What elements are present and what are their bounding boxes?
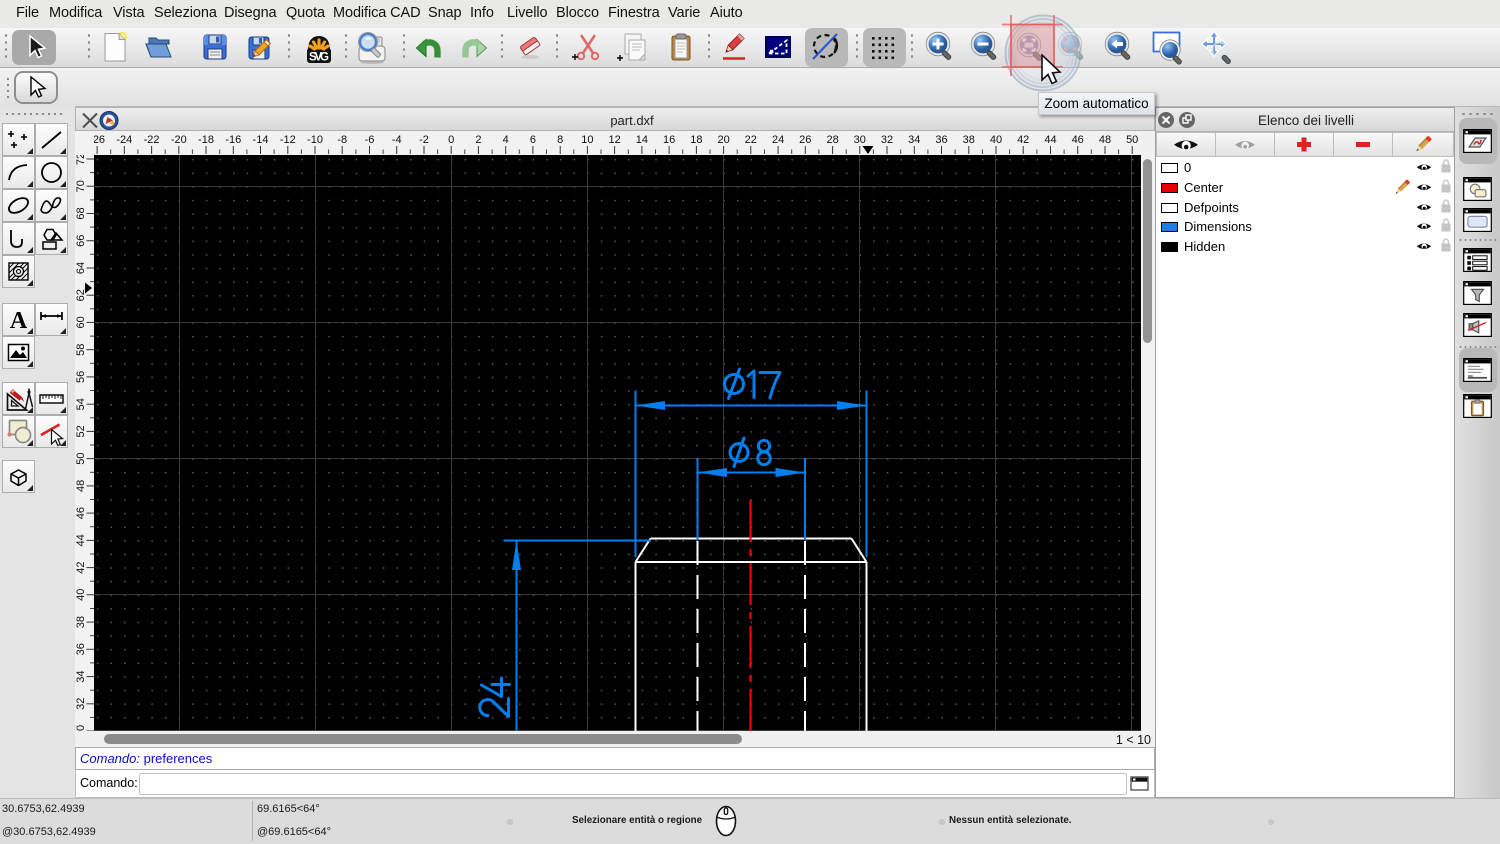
svg-text:-16: -16 <box>225 134 241 146</box>
svg-text:36: 36 <box>75 643 87 655</box>
svg-text:48: 48 <box>75 480 87 492</box>
svg-text:32: 32 <box>75 698 87 710</box>
svg-text:46: 46 <box>1072 134 1084 146</box>
svg-text:72: 72 <box>75 155 87 165</box>
svg-text:60: 60 <box>75 316 87 328</box>
svg-text:70: 70 <box>75 180 87 192</box>
svg-text:-14: -14 <box>253 134 269 146</box>
svg-text:2: 2 <box>475 134 481 146</box>
svg-text:38: 38 <box>963 134 975 146</box>
svg-text:18: 18 <box>690 134 702 146</box>
svg-text:58: 58 <box>75 344 87 356</box>
svg-text:-26: -26 <box>94 134 105 146</box>
svg-text:42: 42 <box>75 561 87 573</box>
svg-text:30: 30 <box>854 134 866 146</box>
svg-text:8: 8 <box>557 134 563 146</box>
svg-text:38: 38 <box>75 616 87 628</box>
svg-text:64: 64 <box>75 262 87 274</box>
svg-text:6: 6 <box>530 134 536 146</box>
svg-text:part.dxf: part.dxf <box>610 113 654 128</box>
svg-text:10: 10 <box>581 134 593 146</box>
svg-text:50: 50 <box>75 452 87 464</box>
svg-text:Elenco dei livelli: Elenco dei livelli <box>1258 113 1354 128</box>
svg-text:-24: -24 <box>116 134 132 146</box>
svg-text:52: 52 <box>75 425 87 437</box>
svg-text:34: 34 <box>908 134 920 146</box>
svg-text:40: 40 <box>75 589 87 601</box>
svg-text:28: 28 <box>826 134 838 146</box>
svg-text:32: 32 <box>881 134 893 146</box>
svg-text:-12: -12 <box>280 134 296 146</box>
svg-text:SVG: SVG <box>309 52 329 64</box>
svg-text:44: 44 <box>75 534 87 546</box>
svg-text:26: 26 <box>799 134 811 146</box>
svg-text:40: 40 <box>990 134 1002 146</box>
svg-text:12: 12 <box>608 134 620 146</box>
svg-text:34: 34 <box>75 670 87 682</box>
svg-text:14: 14 <box>636 134 648 146</box>
svg-text:A: A <box>9 308 27 334</box>
svg-text:68: 68 <box>75 207 87 219</box>
svg-text:0: 0 <box>448 134 454 146</box>
svg-text:42: 42 <box>1017 134 1029 146</box>
svg-text:22: 22 <box>745 134 757 146</box>
svg-text:-10: -10 <box>307 134 323 146</box>
svg-text:54: 54 <box>75 398 87 410</box>
svg-text:16: 16 <box>663 134 675 146</box>
svg-text:36: 36 <box>935 134 947 146</box>
svg-text:4: 4 <box>503 134 509 146</box>
svg-text:-2: -2 <box>419 134 429 146</box>
svg-text:24: 24 <box>772 134 784 146</box>
svg-text:48: 48 <box>1099 134 1111 146</box>
svg-text:50: 50 <box>1126 134 1138 146</box>
svg-text:-6: -6 <box>365 134 375 146</box>
svg-text:-4: -4 <box>392 134 402 146</box>
svg-text:66: 66 <box>75 235 87 247</box>
svg-text:-18: -18 <box>198 134 214 146</box>
svg-text:46: 46 <box>75 507 87 519</box>
svg-text:-20: -20 <box>171 134 187 146</box>
svg-text:20: 20 <box>717 134 729 146</box>
svg-text:-22: -22 <box>144 134 160 146</box>
svg-text:44: 44 <box>1044 134 1056 146</box>
svg-text:56: 56 <box>75 371 87 383</box>
svg-text:-8: -8 <box>337 134 347 146</box>
